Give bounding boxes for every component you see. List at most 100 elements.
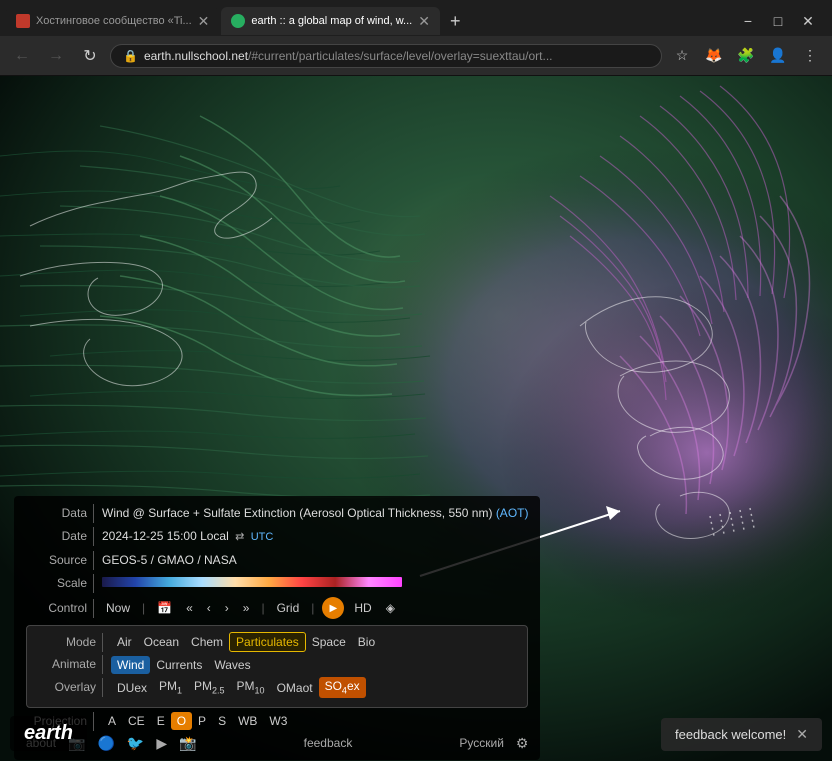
url-box[interactable]: 🔒 earth.nullschool.net/#current/particul… [110,44,662,68]
overlay-pm1[interactable]: PM1 [153,677,188,697]
mode-bio[interactable]: Bio [352,633,381,651]
overlay-pm10[interactable]: PM10 [231,677,271,697]
earth-badge[interactable]: earth [10,716,87,751]
close-button[interactable]: ✕ [794,7,822,35]
extension-icon-3[interactable]: 👤 [764,42,792,70]
animate-row: Animate Wind Currents Waves [35,655,519,674]
mode-label: Mode [35,633,103,652]
browser-chrome: Хостинговое сообщество «Ti... ✕ earth ::… [0,0,832,76]
back-button[interactable]: ← [8,42,36,70]
scale-gradient [102,577,402,587]
url-domain: earth.nullschool.net [144,49,248,63]
arrow-icon: ⇄ [235,531,244,543]
animate-label: Animate [35,655,103,674]
tab-2[interactable]: earth :: a global map of wind, w... ✕ [221,7,440,35]
overlay-so4ex[interactable]: SO4ex [319,677,366,697]
forward-button[interactable]: → [42,42,70,70]
overlay-pm25[interactable]: PM2.5 [188,677,231,697]
proj-ce[interactable]: CE [122,712,151,730]
youtube-icon[interactable]: ▶ [156,735,167,752]
settings-icon[interactable]: ⚙ [516,735,529,752]
data-label: Data [26,504,94,523]
facebook-icon[interactable]: 🔵 [97,735,114,752]
lock-icon: 🔒 [123,49,138,63]
url-text: earth.nullschool.net/#current/particulat… [144,49,649,63]
forward-step-button[interactable]: › [221,599,233,617]
mode-space[interactable]: Space [306,633,352,651]
tab-2-favicon [231,14,245,28]
tab-2-title: earth :: a global map of wind, w... [251,15,412,27]
proj-e[interactable]: E [151,712,171,730]
data-row: Data Wind @ Surface + Sulfate Extinction… [26,504,528,523]
menu-icon[interactable]: ⋮ [796,42,824,70]
skip-back-button[interactable]: « [182,599,197,617]
earth-badge-container[interactable]: earth [10,716,87,751]
minimize-button[interactable]: − [734,7,762,35]
russian-link[interactable]: Русский [459,736,504,750]
source-row: Source GEOS-5 / GMAO / NASA [26,551,528,570]
feedback-link[interactable]: feedback [304,736,353,750]
instagram-icon[interactable]: 📸 [179,735,196,752]
scale-label: Scale [26,574,94,593]
toolbar-icons: ☆ 🦊 🧩 👤 ⋮ [668,42,824,70]
footer-row: about 📷 🔵 🐦 ▶ 📸 feedback Русский ⚙ [26,735,528,752]
mode-section: Mode Air Ocean Chem Particulates Space B… [26,625,528,708]
map-area[interactable]: Data Wind @ Surface + Sulfate Extinction… [0,76,832,761]
tab-1-close[interactable]: ✕ [198,13,210,30]
bookmark-icon[interactable]: ☆ [668,42,696,70]
animate-waves[interactable]: Waves [208,656,256,674]
utc-link[interactable]: UTC [251,531,274,543]
proj-a[interactable]: A [102,712,122,730]
overlay-row: Overlay DUex PM1 PM2.5 PM10 OMaot SO4ex [35,677,519,697]
skip-forward-button[interactable]: » [239,599,254,617]
animate-currents[interactable]: Currents [150,656,208,674]
mode-chem[interactable]: Chem [185,633,229,651]
extension-icon-2[interactable]: 🧩 [732,42,760,70]
tab-2-close[interactable]: ✕ [418,13,430,30]
calendar-icon[interactable]: 📅 [153,599,176,617]
data-value: Wind @ Surface + Sulfate Extinction (Aer… [102,504,528,523]
mode-air[interactable]: Air [111,633,138,651]
tab-bar: Хостинговое сообщество «Ti... ✕ earth ::… [0,0,832,36]
tab-1[interactable]: Хостинговое сообщество «Ti... ✕ [6,7,219,35]
date-row: Date 2024-12-25 15:00 Local ⇄ UTC [26,527,528,547]
overlay-label: Overlay [35,678,103,697]
hd-button[interactable]: HD [350,599,375,617]
overlay-omaot[interactable]: OMaot [271,679,319,697]
reload-button[interactable]: ↻ [76,42,104,70]
scale-bar [102,577,402,587]
extension-icon-1[interactable]: 🦊 [700,42,728,70]
feedback-center: feedback [209,736,448,750]
back-step-button[interactable]: ‹ [203,599,215,617]
overlay-duex[interactable]: DUex [111,679,153,697]
now-button[interactable]: Now [102,599,134,617]
control-buttons: Now | 📅 « ‹ › » | Grid | ▶ HD ◈ [102,597,399,619]
twitter-icon[interactable]: 🐦 [127,735,144,752]
date-label: Date [26,527,94,546]
mode-ocean[interactable]: Ocean [138,633,185,651]
projection-row: Projection A CE E O P S WB W3 [26,712,528,731]
proj-w3[interactable]: W3 [263,712,293,730]
map-settings-icon[interactable]: ◈ [382,599,399,617]
proj-wb[interactable]: WB [232,712,263,730]
feedback-toast-text: feedback welcome! [675,727,786,742]
control-panel: Data Wind @ Surface + Sulfate Extinction… [14,496,540,760]
maximize-button[interactable]: □ [764,7,792,35]
mode-row: Mode Air Ocean Chem Particulates Space B… [35,632,519,652]
window-controls: − □ ✕ [734,7,826,35]
toast-close-button[interactable]: ✕ [796,726,808,743]
control-label: Control [26,599,94,618]
proj-o[interactable]: O [171,712,192,730]
control-row: Control Now | 📅 « ‹ › » | Grid | ▶ HD ◈ [26,597,528,619]
mode-particulates[interactable]: Particulates [229,632,306,652]
tab-1-title: Хостинговое сообщество «Ti... [36,15,192,27]
new-tab-button[interactable]: + [442,11,469,32]
grid-button[interactable]: Grid [273,599,304,617]
date-value: 2024-12-25 15:00 Local ⇄ UTC [102,527,273,547]
url-path: /#current/particulates/surface/level/ove… [248,49,552,63]
play-button[interactable]: ▶ [322,597,344,619]
scale-row: Scale [26,574,528,593]
proj-s[interactable]: S [212,712,232,730]
animate-wind[interactable]: Wind [111,656,150,674]
proj-p[interactable]: P [192,712,212,730]
